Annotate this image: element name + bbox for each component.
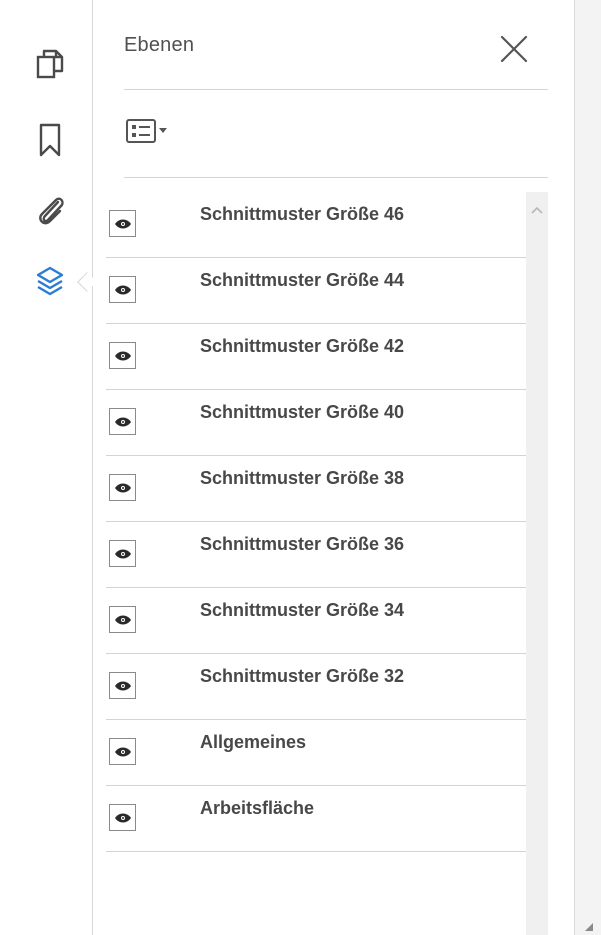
pages-icon[interactable]	[30, 45, 70, 85]
resize-grip-icon[interactable]	[584, 922, 594, 932]
visibility-eye-icon[interactable]	[109, 804, 136, 831]
layer-label: Schnittmuster Größe 34	[200, 600, 405, 620]
visibility-eye-icon[interactable]	[109, 210, 136, 237]
layer-row[interactable]: Schnittmuster Größe 38	[106, 456, 526, 522]
layer-label: Allgemeines	[200, 732, 307, 752]
visibility-eye-icon[interactable]	[109, 342, 136, 369]
visibility-eye-icon[interactable]	[109, 606, 136, 633]
layer-row[interactable]: Schnittmuster Größe 36	[106, 522, 526, 588]
scroll-up-icon[interactable]	[530, 202, 544, 214]
layer-row[interactable]: Schnittmuster Größe 44	[106, 258, 526, 324]
layer-label: Arbeitsfläche	[200, 798, 315, 818]
divider	[124, 177, 548, 178]
panel-splitter[interactable]	[574, 0, 601, 935]
layer-row[interactable]: Allgemeines	[106, 720, 526, 786]
layer-label: Schnittmuster Größe 32	[200, 666, 405, 686]
layer-label: Schnittmuster Größe 38	[200, 468, 405, 488]
bookmark-icon[interactable]	[30, 120, 70, 160]
attachment-icon[interactable]	[30, 190, 70, 230]
options-menu-icon	[126, 119, 167, 143]
layers-icon[interactable]	[30, 262, 70, 302]
layer-row[interactable]: Schnittmuster Größe 32	[106, 654, 526, 720]
tool-rail	[0, 0, 93, 935]
visibility-eye-icon[interactable]	[109, 672, 136, 699]
layer-row[interactable]: Arbeitsfläche	[106, 786, 526, 852]
visibility-eye-icon[interactable]	[109, 738, 136, 765]
visibility-eye-icon[interactable]	[109, 408, 136, 435]
layer-row[interactable]: Schnittmuster Größe 46	[106, 192, 526, 258]
layer-row[interactable]: Schnittmuster Größe 34	[106, 588, 526, 654]
visibility-eye-icon[interactable]	[109, 540, 136, 567]
layer-label: Schnittmuster Größe 40	[200, 402, 405, 422]
layer-label: Schnittmuster Größe 44	[200, 270, 405, 290]
layer-label: Schnittmuster Größe 36	[200, 534, 405, 554]
layer-row[interactable]: Schnittmuster Größe 42	[106, 324, 526, 390]
visibility-eye-icon[interactable]	[109, 474, 136, 501]
options-menu-button[interactable]	[124, 116, 190, 146]
divider	[124, 89, 548, 90]
close-icon[interactable]	[497, 32, 531, 66]
layers-panel: Ebenen Schnittmuster Größe 46 Schnittmust…	[94, 0, 574, 935]
layer-label: Schnittmuster Größe 46	[200, 204, 405, 224]
visibility-eye-icon[interactable]	[109, 276, 136, 303]
layer-row[interactable]: Schnittmuster Größe 40	[106, 390, 526, 456]
scrollbar[interactable]	[526, 192, 548, 935]
layer-list: Schnittmuster Größe 46 Schnittmuster Größ…	[106, 192, 526, 852]
panel-title: Ebenen	[124, 34, 195, 56]
layer-label: Schnittmuster Größe 42	[200, 336, 405, 356]
